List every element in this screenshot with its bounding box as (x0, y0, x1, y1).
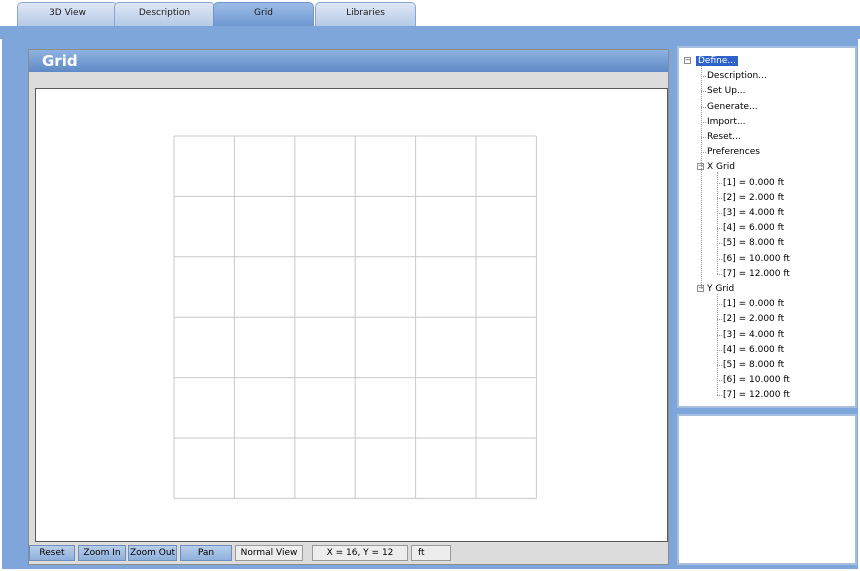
view-mode-field: Normal View (235, 545, 303, 561)
tree-root-define[interactable]: Define... (696, 54, 738, 68)
tree-connector (717, 395, 722, 397)
tree-item-import[interactable]: Import... (707, 115, 745, 129)
tree-item-generate[interactable]: Generate... (707, 100, 758, 114)
tree-node-y-grid[interactable]: Y Grid (707, 282, 734, 296)
tree-x-grid-item-2-label: [2] = 2.000 ft (723, 192, 785, 203)
tree-y-grid-item-4-label: [4] = 6.000 ft (723, 344, 785, 355)
tab-libraries[interactable]: Libraries (315, 2, 416, 26)
tab-3d-view[interactable]: 3D View (17, 2, 118, 26)
tree-y-grid-item-1-label: [1] = 0.000 ft (723, 299, 785, 310)
tree-x-grid-item-6-label: [6] = 10.000 ft (723, 253, 790, 264)
tree-item-preferences-label: Preferences (707, 147, 760, 158)
tree-x-grid-item-2[interactable]: [2] = 2.000 ft (723, 191, 784, 205)
tree-y-grid-item-5-label: [5] = 8.000 ft (723, 360, 785, 370)
tree-y-grid-item-2[interactable]: [2] = 2.000 ft (723, 312, 784, 326)
tree-y-grid-item-6[interactable]: [6] = 10.000 ft (723, 373, 790, 387)
tree-connector (717, 294, 718, 396)
tree-x-grid-item-5-label: [5] = 8.000 ft (723, 238, 785, 249)
tree-node-x-grid-label: X Grid (707, 162, 735, 173)
zoom-in-button[interactable]: Zoom In (78, 545, 126, 561)
tab-bar: 3D View Description Grid Libraries (0, 0, 860, 27)
define-tree-panel: Define... − Description... Set Up... Generat… (677, 46, 857, 408)
tree-x-grid-item-6[interactable]: [6] = 10.000 ft (723, 252, 790, 266)
tree-connector (717, 273, 722, 275)
tree-y-grid-item-7-label: [7] = 12.000 ft (723, 390, 790, 401)
define-tree: Define... − Description... Set Up... Generat… (679, 48, 855, 406)
tree-y-grid-item-7[interactable]: [7] = 12.000 ft (723, 388, 790, 402)
tab-grid[interactable]: Grid (213, 2, 314, 26)
tree-item-generate-label: Generate... (707, 101, 758, 112)
tree-item-description-label: Description... (707, 71, 767, 82)
tree-item-setup[interactable]: Set Up... (707, 84, 746, 98)
tree-x-grid-item-7[interactable]: [7] = 12.000 ft (723, 267, 790, 281)
tree-connector (701, 66, 702, 289)
expand-define-icon[interactable]: − (684, 57, 691, 64)
tree-node-x-grid[interactable]: X Grid (707, 160, 735, 174)
tree-x-grid-item-7-label: [7] = 12.000 ft (723, 268, 790, 279)
tree-y-grid-item-2-label: [2] = 2.000 ft (723, 314, 785, 325)
panel-title: Grid (29, 50, 668, 72)
grid-canvas[interactable] (35, 88, 668, 542)
tree-x-grid-item-3[interactable]: [3] = 4.000 ft (723, 206, 784, 220)
tree-item-reset-label: Reset... (707, 132, 741, 142)
tree-item-description[interactable]: Description... (707, 69, 767, 83)
tree-x-grid-item-3-label: [3] = 4.000 ft (723, 208, 785, 218)
tree-item-preferences[interactable]: Preferences (707, 145, 760, 159)
tab-underline-strip (0, 26, 860, 39)
zoom-out-button[interactable]: Zoom Out (128, 545, 177, 561)
tree-y-grid-item-5[interactable]: [5] = 8.000 ft (723, 358, 784, 372)
tab-description[interactable]: Description (114, 2, 215, 26)
tree-root-define-label: Define... (696, 56, 738, 66)
tree-item-reset[interactable]: Reset... (707, 130, 741, 144)
tree-y-grid-item-3[interactable]: [3] = 4.000 ft (723, 328, 784, 342)
reset-button[interactable]: Reset (29, 545, 75, 561)
tree-x-grid-item-5[interactable]: [5] = 8.000 ft (723, 236, 784, 250)
coordinates-readout: X = 16, Y = 12 (312, 545, 408, 561)
tree-y-grid-item-6-label: [6] = 10.000 ft (723, 375, 790, 386)
pan-button[interactable]: Pan (180, 545, 232, 561)
tree-item-import-label: Import... (707, 116, 746, 127)
tree-y-grid-item-1[interactable]: [1] = 0.000 ft (723, 297, 784, 311)
properties-panel (677, 414, 857, 565)
tree-connector (717, 172, 718, 274)
tree-x-grid-item-4-label: [4] = 6.000 ft (723, 223, 785, 234)
tree-y-grid-item-3-label: [3] = 4.000 ft (723, 329, 785, 340)
tree-x-grid-item-4[interactable]: [4] = 6.000 ft (723, 221, 784, 235)
grid-drawing (173, 135, 537, 499)
tree-node-y-grid-label: Y Grid (707, 284, 735, 294)
tree-x-grid-item-1[interactable]: [1] = 0.000 ft (723, 176, 784, 190)
tree-x-grid-item-1-label: [1] = 0.000 ft (723, 177, 785, 188)
tree-item-setup-label: Set Up... (707, 86, 746, 97)
units-field: ft (411, 545, 451, 561)
tree-y-grid-item-4[interactable]: [4] = 6.000 ft (723, 343, 784, 357)
